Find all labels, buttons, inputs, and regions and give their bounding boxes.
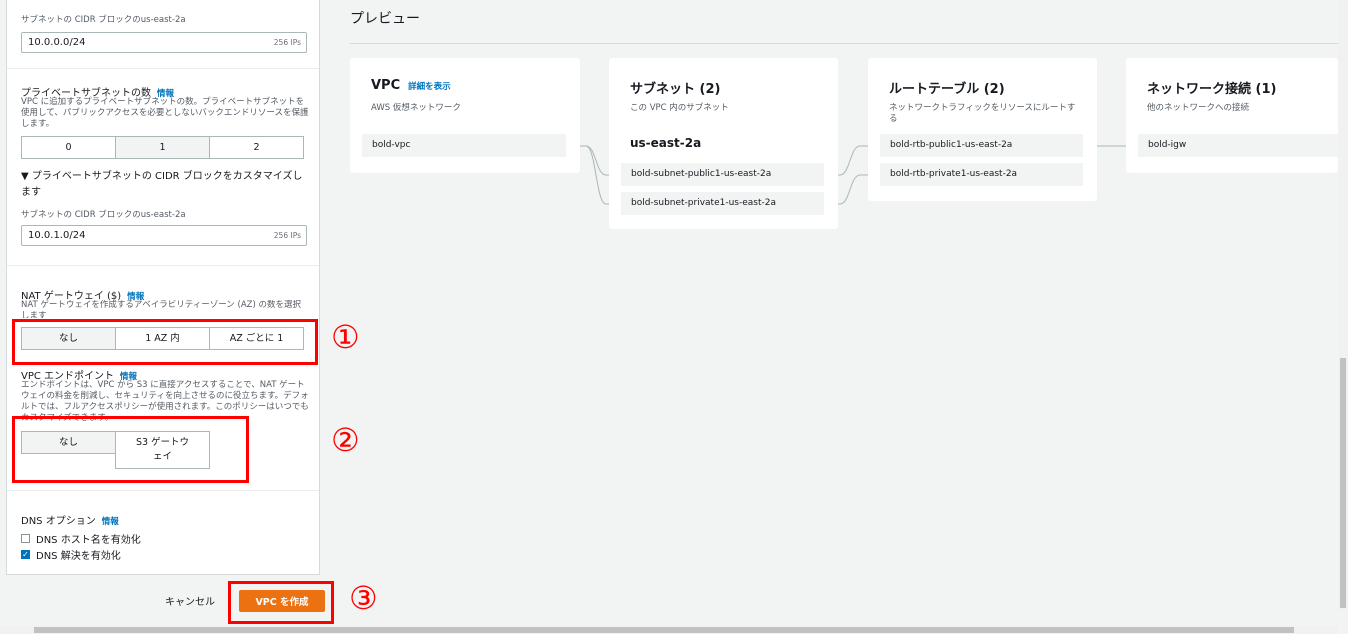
subnets-card: サブネット (2) この VPC 内のサブネット us-east-2a bold… — [609, 58, 838, 229]
network-card-sub: 他のネットワークへの接続 — [1147, 103, 1250, 113]
subnets-card-title: サブネット (2) — [630, 82, 721, 97]
vpc-card: VPC 詳細を表示 AWS 仮想ネットワーク bold-vpc — [350, 58, 580, 173]
network-card: ネットワーク接続 (1) 他のネットワークへの接続 bold-igw — [1126, 58, 1338, 173]
route-tables-card-sub: ネットワークトラフィックをリソースにルートする — [889, 103, 1076, 124]
subnet-node-private[interactable]: bold-subnet-private1-us-east-2a — [621, 192, 824, 215]
az-label: us-east-2a — [630, 136, 702, 150]
vertical-scroll-thumb[interactable] — [1340, 358, 1346, 608]
vpc-card-title: VPC 詳細を表示 — [371, 78, 451, 93]
route-tables-card: ルートテーブル (2) ネットワークトラフィックをリソースにルートする bold… — [868, 58, 1097, 201]
rtb-node-private[interactable]: bold-rtb-private1-us-east-2a — [880, 163, 1083, 186]
vpc-card-title-text: VPC — [371, 78, 401, 93]
details-link[interactable]: 詳細を表示 — [408, 82, 451, 92]
igw-node[interactable]: bold-igw — [1138, 134, 1338, 157]
network-card-title: ネットワーク接続 (1) — [1147, 82, 1277, 97]
subnets-card-sub: この VPC 内のサブネット — [630, 103, 729, 113]
subnet-node-public[interactable]: bold-subnet-public1-us-east-2a — [621, 163, 824, 186]
horizontal-scroll-thumb[interactable] — [34, 627, 1294, 633]
horizontal-scrollbar[interactable] — [0, 626, 1338, 634]
vpc-card-sub: AWS 仮想ネットワーク — [371, 103, 461, 113]
rtb-node-public[interactable]: bold-rtb-public1-us-east-2a — [880, 134, 1083, 157]
vpc-node[interactable]: bold-vpc — [362, 134, 566, 157]
route-tables-card-title: ルートテーブル (2) — [889, 82, 1005, 97]
vertical-scrollbar[interactable] — [1338, 0, 1348, 610]
